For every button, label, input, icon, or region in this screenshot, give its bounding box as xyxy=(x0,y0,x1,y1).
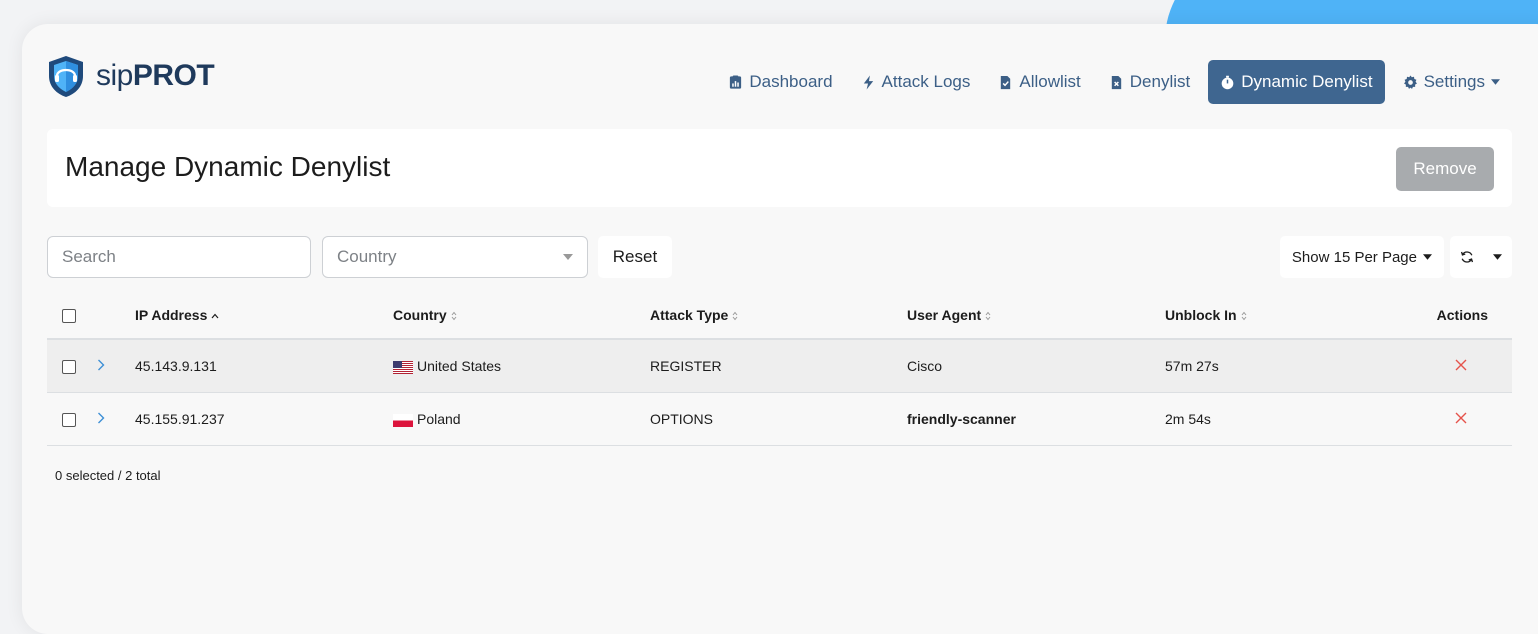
column-header-country[interactable]: Country xyxy=(393,292,650,340)
country-placeholder: Country xyxy=(337,247,397,266)
cell-ip: 45.143.9.131 xyxy=(135,339,393,393)
nav-attack-logs[interactable]: Attack Logs xyxy=(851,62,981,102)
gear-icon xyxy=(1403,74,1417,89)
nav-dynamic-denylist[interactable]: Dynamic Denylist xyxy=(1208,60,1385,104)
shield-logo-icon xyxy=(49,56,83,97)
column-header-ip[interactable]: IP Address xyxy=(135,292,393,340)
chevron-right-icon[interactable] xyxy=(97,412,105,424)
selection-summary: 0 selected / 2 total xyxy=(55,468,161,483)
sort-icon xyxy=(1241,311,1246,321)
main-card: sipPROT Dashboard Attack Logs Allowlist … xyxy=(22,24,1538,634)
cell-unblock-in: 2m 54s xyxy=(1165,392,1420,446)
sort-ascending-icon xyxy=(211,313,219,319)
table-row[interactable]: 45.155.91.237 Poland OPTIONS friendly-sc… xyxy=(47,392,1512,446)
cell-country: Poland xyxy=(393,392,650,446)
search-input[interactable] xyxy=(47,236,311,278)
per-page-label: Show 15 Per Page xyxy=(1291,248,1417,266)
refresh-options-caret-icon[interactable] xyxy=(1493,254,1503,260)
cell-attack-type: OPTIONS xyxy=(650,392,907,446)
stopwatch-icon xyxy=(1221,75,1234,89)
select-all-checkbox[interactable] xyxy=(62,309,76,324)
cell-ip: 45.155.91.237 xyxy=(135,392,393,446)
top-header: sipPROT Dashboard Attack Logs Allowlist … xyxy=(22,24,1538,134)
chevron-right-icon[interactable] xyxy=(97,359,105,371)
column-header-actions: Actions xyxy=(1420,292,1512,340)
nav-dynamic-denylist-label: Dynamic Denylist xyxy=(1241,72,1373,91)
nav-settings-label: Settings xyxy=(1423,72,1485,91)
poland-flag-icon xyxy=(393,413,413,427)
denylist-table: IP Address Country Attack Type User Agen… xyxy=(47,292,1512,446)
reset-button[interactable]: Reset xyxy=(598,236,672,278)
app-logo[interactable]: sipPROT xyxy=(46,54,215,98)
page-title: Manage Dynamic Denylist xyxy=(65,151,391,182)
remove-button[interactable]: Remove xyxy=(1396,147,1494,191)
column-header-unblock-in[interactable]: Unblock In xyxy=(1165,292,1420,340)
cell-user-agent: friendly-scanner xyxy=(907,392,1165,446)
caret-down-icon xyxy=(1491,79,1500,85)
sort-icon xyxy=(732,311,738,321)
row-checkbox[interactable] xyxy=(62,360,76,375)
nav-denylist[interactable]: Denylist xyxy=(1099,62,1200,102)
denylist-icon xyxy=(1111,75,1121,89)
refresh-icon[interactable] xyxy=(1460,250,1474,264)
page-title-bar: Manage Dynamic Denylist Remove xyxy=(47,129,1512,207)
dashboard-icon xyxy=(730,74,742,89)
app-name: sipPROT xyxy=(96,59,215,92)
column-header-user-agent[interactable]: User Agent xyxy=(907,292,1165,340)
nav-allowlist-label: Allowlist xyxy=(1019,72,1081,91)
sort-icon xyxy=(451,311,457,321)
table-header-row: IP Address Country Attack Type User Agen… xyxy=(47,292,1512,340)
refresh-control xyxy=(1450,236,1512,278)
country-select[interactable]: Country xyxy=(322,236,588,278)
allowlist-icon xyxy=(1001,75,1011,89)
caret-down-icon xyxy=(1423,254,1432,260)
cell-user-agent: Cisco xyxy=(907,339,1165,393)
sort-icon xyxy=(985,311,991,321)
table-row[interactable]: 45.143.9.131 United States REGISTER Cisc… xyxy=(47,339,1512,393)
cell-attack-type: REGISTER xyxy=(650,339,907,393)
nav-settings[interactable]: Settings xyxy=(1393,62,1510,102)
nav-denylist-label: Denylist xyxy=(1129,72,1191,91)
delete-x-icon[interactable] xyxy=(1455,412,1467,424)
nav-allowlist[interactable]: Allowlist xyxy=(988,62,1090,102)
chevron-down-icon xyxy=(563,254,573,260)
us-flag-icon xyxy=(393,360,413,374)
row-checkbox[interactable] xyxy=(62,413,76,428)
main-nav: Dashboard Attack Logs Allowlist Denylist… xyxy=(718,60,1510,104)
nav-dashboard[interactable]: Dashboard xyxy=(718,62,842,102)
nav-attack-logs-label: Attack Logs xyxy=(881,72,971,91)
column-header-attack-type[interactable]: Attack Type xyxy=(650,292,907,340)
cell-unblock-in: 57m 27s xyxy=(1165,339,1420,393)
delete-x-icon[interactable] xyxy=(1455,359,1467,371)
nav-dashboard-label: Dashboard xyxy=(749,72,833,91)
bolt-icon xyxy=(863,74,873,90)
cell-country: United States xyxy=(393,339,650,393)
filter-bar: Country Reset Show 15 Per Page xyxy=(47,236,1512,280)
per-page-dropdown[interactable]: Show 15 Per Page xyxy=(1279,236,1444,278)
